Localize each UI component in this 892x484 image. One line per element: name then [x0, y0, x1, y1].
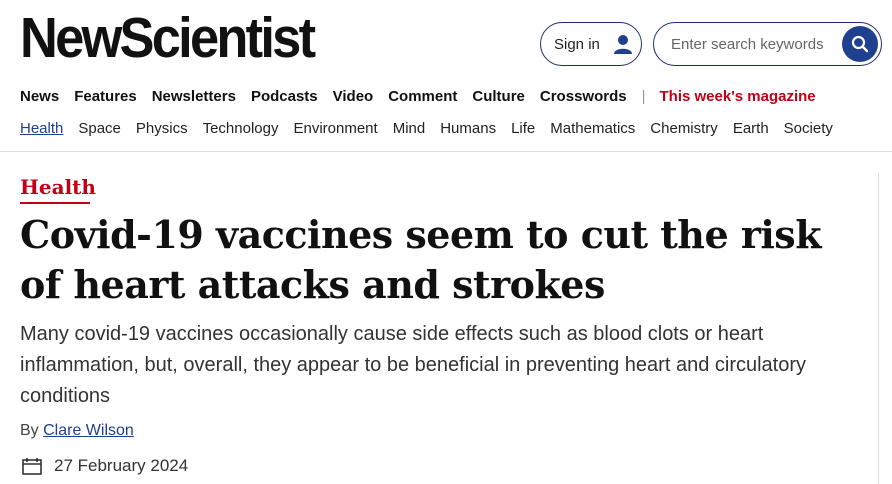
topic-environment[interactable]: Environment: [293, 120, 377, 137]
section-label-text: Health: [20, 175, 96, 199]
topic-humans[interactable]: Humans: [440, 120, 496, 137]
topic-health[interactable]: Health: [20, 120, 63, 137]
nav-newsletters[interactable]: Newsletters: [152, 88, 236, 105]
topic-life[interactable]: Life: [511, 120, 535, 137]
topic-earth[interactable]: Earth: [733, 120, 769, 137]
primary-nav: News Features Newsletters Podcasts Video…: [20, 88, 831, 105]
date-text: 27 February 2024: [54, 456, 189, 475]
article-headline: Covid-19 vaccines seem to cut the risk o…: [20, 212, 822, 307]
nav-this-weeks-magazine[interactable]: This week's magazine: [660, 88, 816, 105]
calendar-icon: [22, 458, 42, 475]
search-box: [653, 22, 882, 66]
content-divider: [878, 173, 879, 484]
nav-podcasts[interactable]: Podcasts: [251, 88, 318, 105]
nav-culture[interactable]: Culture: [472, 88, 525, 105]
topic-technology[interactable]: Technology: [203, 120, 279, 137]
nav-features[interactable]: Features: [74, 88, 137, 105]
sign-in-button[interactable]: Sign in: [540, 22, 642, 66]
byline-prefix: By: [20, 422, 39, 439]
header-divider: [0, 151, 892, 152]
topic-mind[interactable]: Mind: [393, 120, 426, 137]
search-icon: [851, 35, 869, 53]
site-logo[interactable]: NewScientist: [20, 10, 316, 67]
search-input[interactable]: [669, 34, 833, 54]
nav-separator: |: [641, 88, 646, 105]
nav-news[interactable]: News: [20, 88, 59, 105]
topic-physics[interactable]: Physics: [136, 120, 188, 137]
topic-society[interactable]: Society: [784, 120, 833, 137]
article-section-label[interactable]: Health: [20, 175, 96, 204]
nav-video[interactable]: Video: [333, 88, 374, 105]
search-button[interactable]: [842, 26, 878, 62]
nav-crosswords[interactable]: Crosswords: [540, 88, 627, 105]
topic-mathematics[interactable]: Mathematics: [550, 120, 635, 137]
article-standfirst: Many covid-19 vaccines occasionally caus…: [20, 323, 807, 407]
section-label-underline: [20, 202, 90, 204]
nav-comment[interactable]: Comment: [388, 88, 457, 105]
topic-nav: Health Space Physics Technology Environm…: [20, 120, 848, 137]
article-date: 27 February 2024: [22, 456, 188, 476]
sign-in-label: Sign in: [554, 35, 600, 53]
topic-chemistry[interactable]: Chemistry: [650, 120, 718, 137]
topic-space[interactable]: Space: [78, 120, 121, 137]
user-icon: [613, 35, 632, 54]
article-byline: By Clare Wilson: [20, 422, 134, 440]
author-link[interactable]: Clare Wilson: [43, 422, 134, 439]
